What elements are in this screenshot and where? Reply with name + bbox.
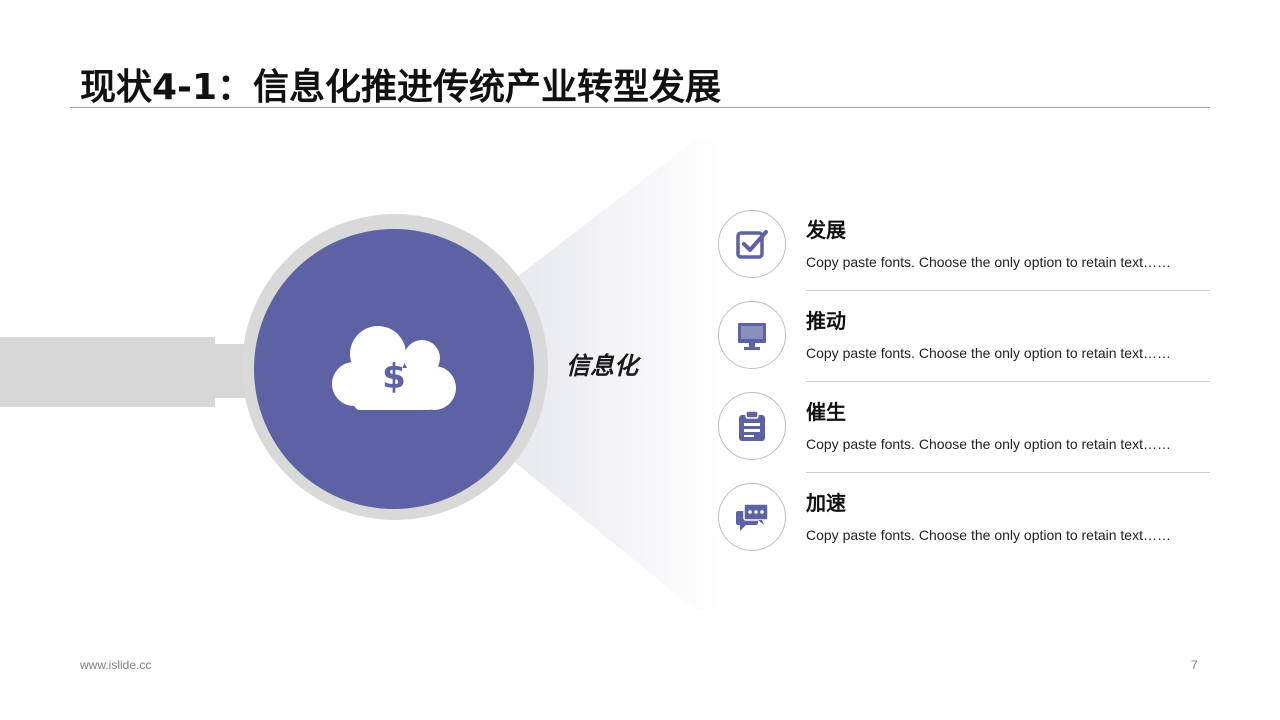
- item-divider: [806, 290, 1210, 291]
- item-icon-circle: [718, 301, 786, 369]
- item-divider: [806, 381, 1210, 382]
- footer-url[interactable]: www.islide.cc: [80, 658, 151, 672]
- item-icon-circle: [718, 210, 786, 278]
- clipboard-icon: [739, 410, 765, 441]
- item-title: 发展: [806, 218, 846, 242]
- page-number: 7: [1191, 658, 1198, 672]
- item-desc: Copy paste fonts. Choose the only option…: [806, 254, 1171, 270]
- cloud-dollar-icon: $: [332, 326, 456, 410]
- list-item-promote: 推动 Copy paste fonts. Choose the only opt…: [718, 301, 1210, 391]
- item-desc: Copy paste fonts. Choose the only option…: [806, 345, 1171, 361]
- list-item-generate: 催生 Copy paste fonts. Choose the only opt…: [718, 392, 1210, 482]
- item-desc: Copy paste fonts. Choose the only option…: [806, 527, 1171, 543]
- magnifier-handle: [0, 337, 215, 407]
- item-title: 加速: [806, 491, 846, 515]
- title-divider: [70, 107, 1210, 108]
- item-desc: Copy paste fonts. Choose the only option…: [806, 436, 1171, 452]
- center-label: 信息化: [566, 352, 638, 380]
- item-icon-circle: [718, 483, 786, 551]
- item-icon-circle: [718, 392, 786, 460]
- list-item-develop: 发展 Copy paste fonts. Choose the only opt…: [718, 210, 1210, 300]
- item-divider: [806, 472, 1210, 473]
- item-title: 推动: [806, 309, 846, 333]
- monitor-icon: [738, 323, 766, 350]
- page-title: 现状4-1：信息化推进传统产业转型发展: [80, 67, 722, 108]
- svg-text:$: $: [382, 357, 406, 397]
- list-item-accelerate: 加速 Copy paste fonts. Choose the only opt…: [718, 483, 1210, 573]
- chat-icon: [736, 503, 769, 531]
- checkbox-icon: [736, 230, 768, 259]
- item-title: 催生: [806, 400, 846, 424]
